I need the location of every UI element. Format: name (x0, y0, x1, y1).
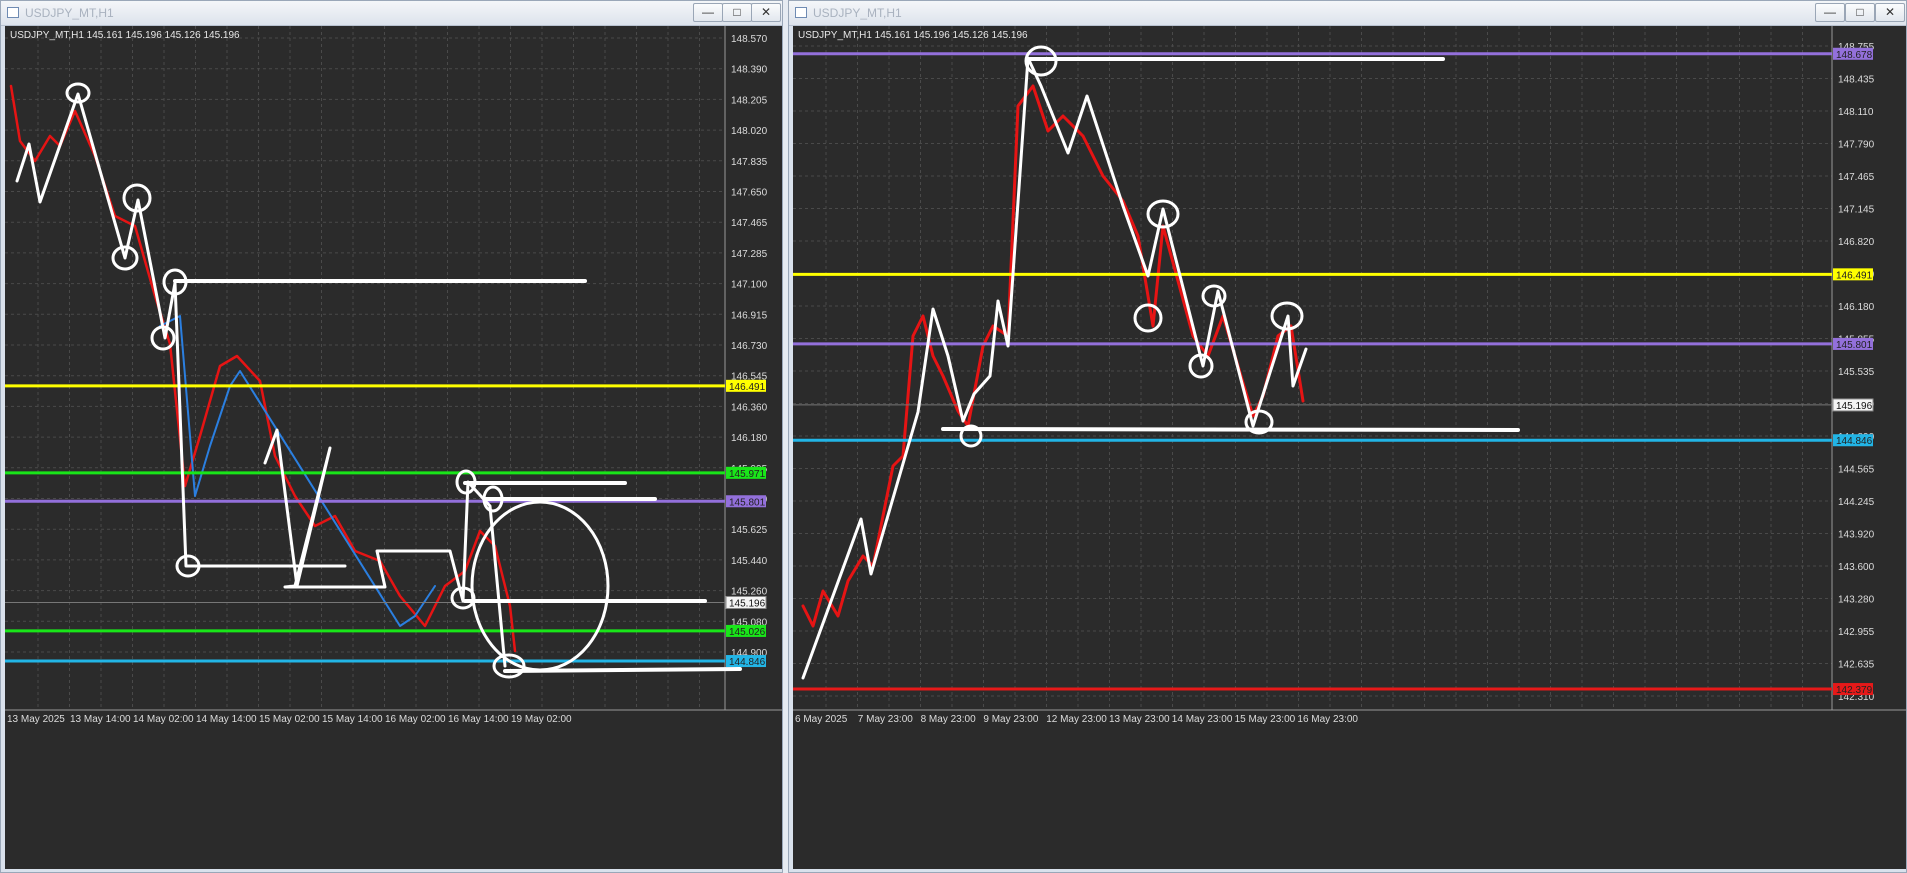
time-tick-label: 15 May 23:00 (1235, 714, 1296, 725)
price-tick-label: 145.535 (1838, 367, 1875, 378)
price-tick-label: 147.145 (1838, 205, 1875, 216)
price-tick-label: 148.390 (731, 65, 768, 76)
time-tick-label: 7 May 23:00 (858, 714, 913, 725)
time-tick-label: 14 May 02:00 (133, 714, 194, 725)
time-tick-label: 16 May 14:00 (448, 714, 509, 725)
price-tick-label: 143.280 (1838, 595, 1875, 606)
price-tick-label: 142.955 (1838, 627, 1875, 638)
price-tick-label: 147.790 (1838, 140, 1875, 151)
price-tick-label: 143.920 (1838, 530, 1875, 541)
time-tick-label: 13 May 2025 (7, 714, 65, 725)
price-tick-label: 146.915 (731, 310, 768, 321)
price-tick-label: 144.245 (1838, 497, 1875, 508)
time-tick-label: 14 May 23:00 (1172, 714, 1233, 725)
price-tick-label: 146.730 (731, 341, 768, 352)
annotation-circle (1133, 303, 1163, 333)
price-tick-label: 147.835 (731, 157, 768, 168)
current-price-label: 145.196 (1836, 401, 1873, 412)
price-tick-label: 145.440 (731, 556, 768, 567)
time-tick-label: 13 May 23:00 (1109, 714, 1170, 725)
level-price-label: 145.801 (729, 497, 766, 508)
price-tick-label: 148.110 (1838, 107, 1874, 118)
price-tick-label: 143.600 (1838, 562, 1875, 573)
price-tick-label: 145.260 (731, 587, 768, 598)
time-tick-label: 8 May 23:00 (921, 714, 976, 725)
price-chart[interactable]: 148.570 148.390 148.205 148.020 147.835 147.6… (5, 26, 782, 869)
window-titlebar[interactable]: USDJPY_MT,H1 — □ ✕ (789, 1, 1906, 26)
time-tick-label: 16 May 02:00 (385, 714, 446, 725)
price-tick-label: 147.650 (731, 188, 768, 199)
price-tick-label: 147.465 (731, 218, 768, 229)
price-tick-label: 148.570 (731, 34, 768, 45)
price-tick-label: 145.625 (731, 525, 768, 536)
window-titlebar[interactable]: USDJPY_MT,H1 — □ ✕ (1, 1, 782, 26)
maximize-button[interactable]: □ (722, 3, 752, 22)
time-tick-label: 15 May 14:00 (322, 714, 383, 725)
price-tick-label: 146.820 (1838, 237, 1875, 248)
chart-window-icon (7, 7, 19, 18)
time-tick-label: 15 May 02:00 (259, 714, 320, 725)
level-price-label: 144.846 (729, 657, 766, 668)
current-price-label: 145.196 (729, 598, 766, 609)
level-price-label: 145.801 (1836, 340, 1873, 351)
price-tick-label: 147.100 (731, 280, 768, 291)
chart-window-icon (795, 7, 807, 18)
chart-window-left[interactable]: USDJPY_MT,H1 — □ ✕ 148.570 148.390 148.205… (0, 0, 783, 873)
annotation-zigzag (801, 56, 1308, 680)
time-tick-label: 16 May 23:00 (1297, 714, 1358, 725)
time-tick-label: 13 May 14:00 (70, 714, 131, 725)
price-tick-label: 144.565 (1838, 465, 1875, 476)
annotation-circle (470, 500, 610, 672)
time-tick-label: 19 May 02:00 (511, 714, 572, 725)
chart-canvas: 148.755148.435148.110147.790147.465147.1… (793, 26, 1906, 725)
chart-symbol-header: USDJPY_MT,H1 145.161 145.196 145.126 145… (798, 30, 1028, 41)
level-price-label: 142.379 (1836, 685, 1873, 696)
level-price-label: 146.491 (729, 382, 766, 393)
price-tick-label: 146.180 (731, 433, 768, 444)
price-tick-label: 142.635 (1838, 660, 1875, 671)
price-chart[interactable]: 148.755 148.435 148.110 147.790 147.465 147.1… (793, 26, 1906, 869)
price-tick-label: 148.435 (1838, 75, 1875, 86)
time-tick-label: 9 May 23:00 (983, 714, 1038, 725)
minimize-button[interactable]: — (1815, 3, 1845, 22)
time-tick-label: 12 May 23:00 (1046, 714, 1107, 725)
close-button[interactable]: ✕ (1875, 3, 1905, 22)
chart-window-right[interactable]: USDJPY_MT,H1 — □ ✕ 148.755 148.435 148.110… (788, 0, 1907, 873)
annotation-line (941, 427, 1520, 432)
price-tick-label: 148.205 (731, 95, 768, 106)
annotation-circle (1201, 284, 1227, 308)
level-price-label: 145.026 (729, 627, 766, 638)
minimize-button[interactable]: — (693, 3, 723, 22)
price-tick-label: 147.465 (1838, 172, 1875, 183)
price-tick-label: 146.360 (731, 402, 768, 413)
level-price-label: 146.491 (1836, 270, 1873, 281)
close-button[interactable]: ✕ (751, 3, 781, 22)
level-price-label: 144.846 (1836, 436, 1873, 447)
time-tick-label: 6 May 2025 (795, 714, 848, 725)
level-price-label: 148.678 (1836, 50, 1873, 61)
time-tick-label: 14 May 14:00 (196, 714, 257, 725)
level-price-label: 145.971 (729, 469, 766, 480)
price-tick-label: 146.180 (1838, 302, 1875, 313)
window-title: USDJPY_MT,H1 (25, 6, 114, 20)
price-tick-label: 147.285 (731, 249, 768, 260)
chart-canvas: 148.570 148.390 148.205 148.020 147.835 147.6… (5, 26, 782, 725)
price-tick-label: 148.020 (731, 126, 768, 137)
chart-symbol-header: USDJPY_MT,H1 145.161 145.196 145.126 145… (10, 30, 240, 41)
maximize-button[interactable]: □ (1845, 3, 1875, 22)
window-title: USDJPY_MT,H1 (813, 6, 902, 20)
